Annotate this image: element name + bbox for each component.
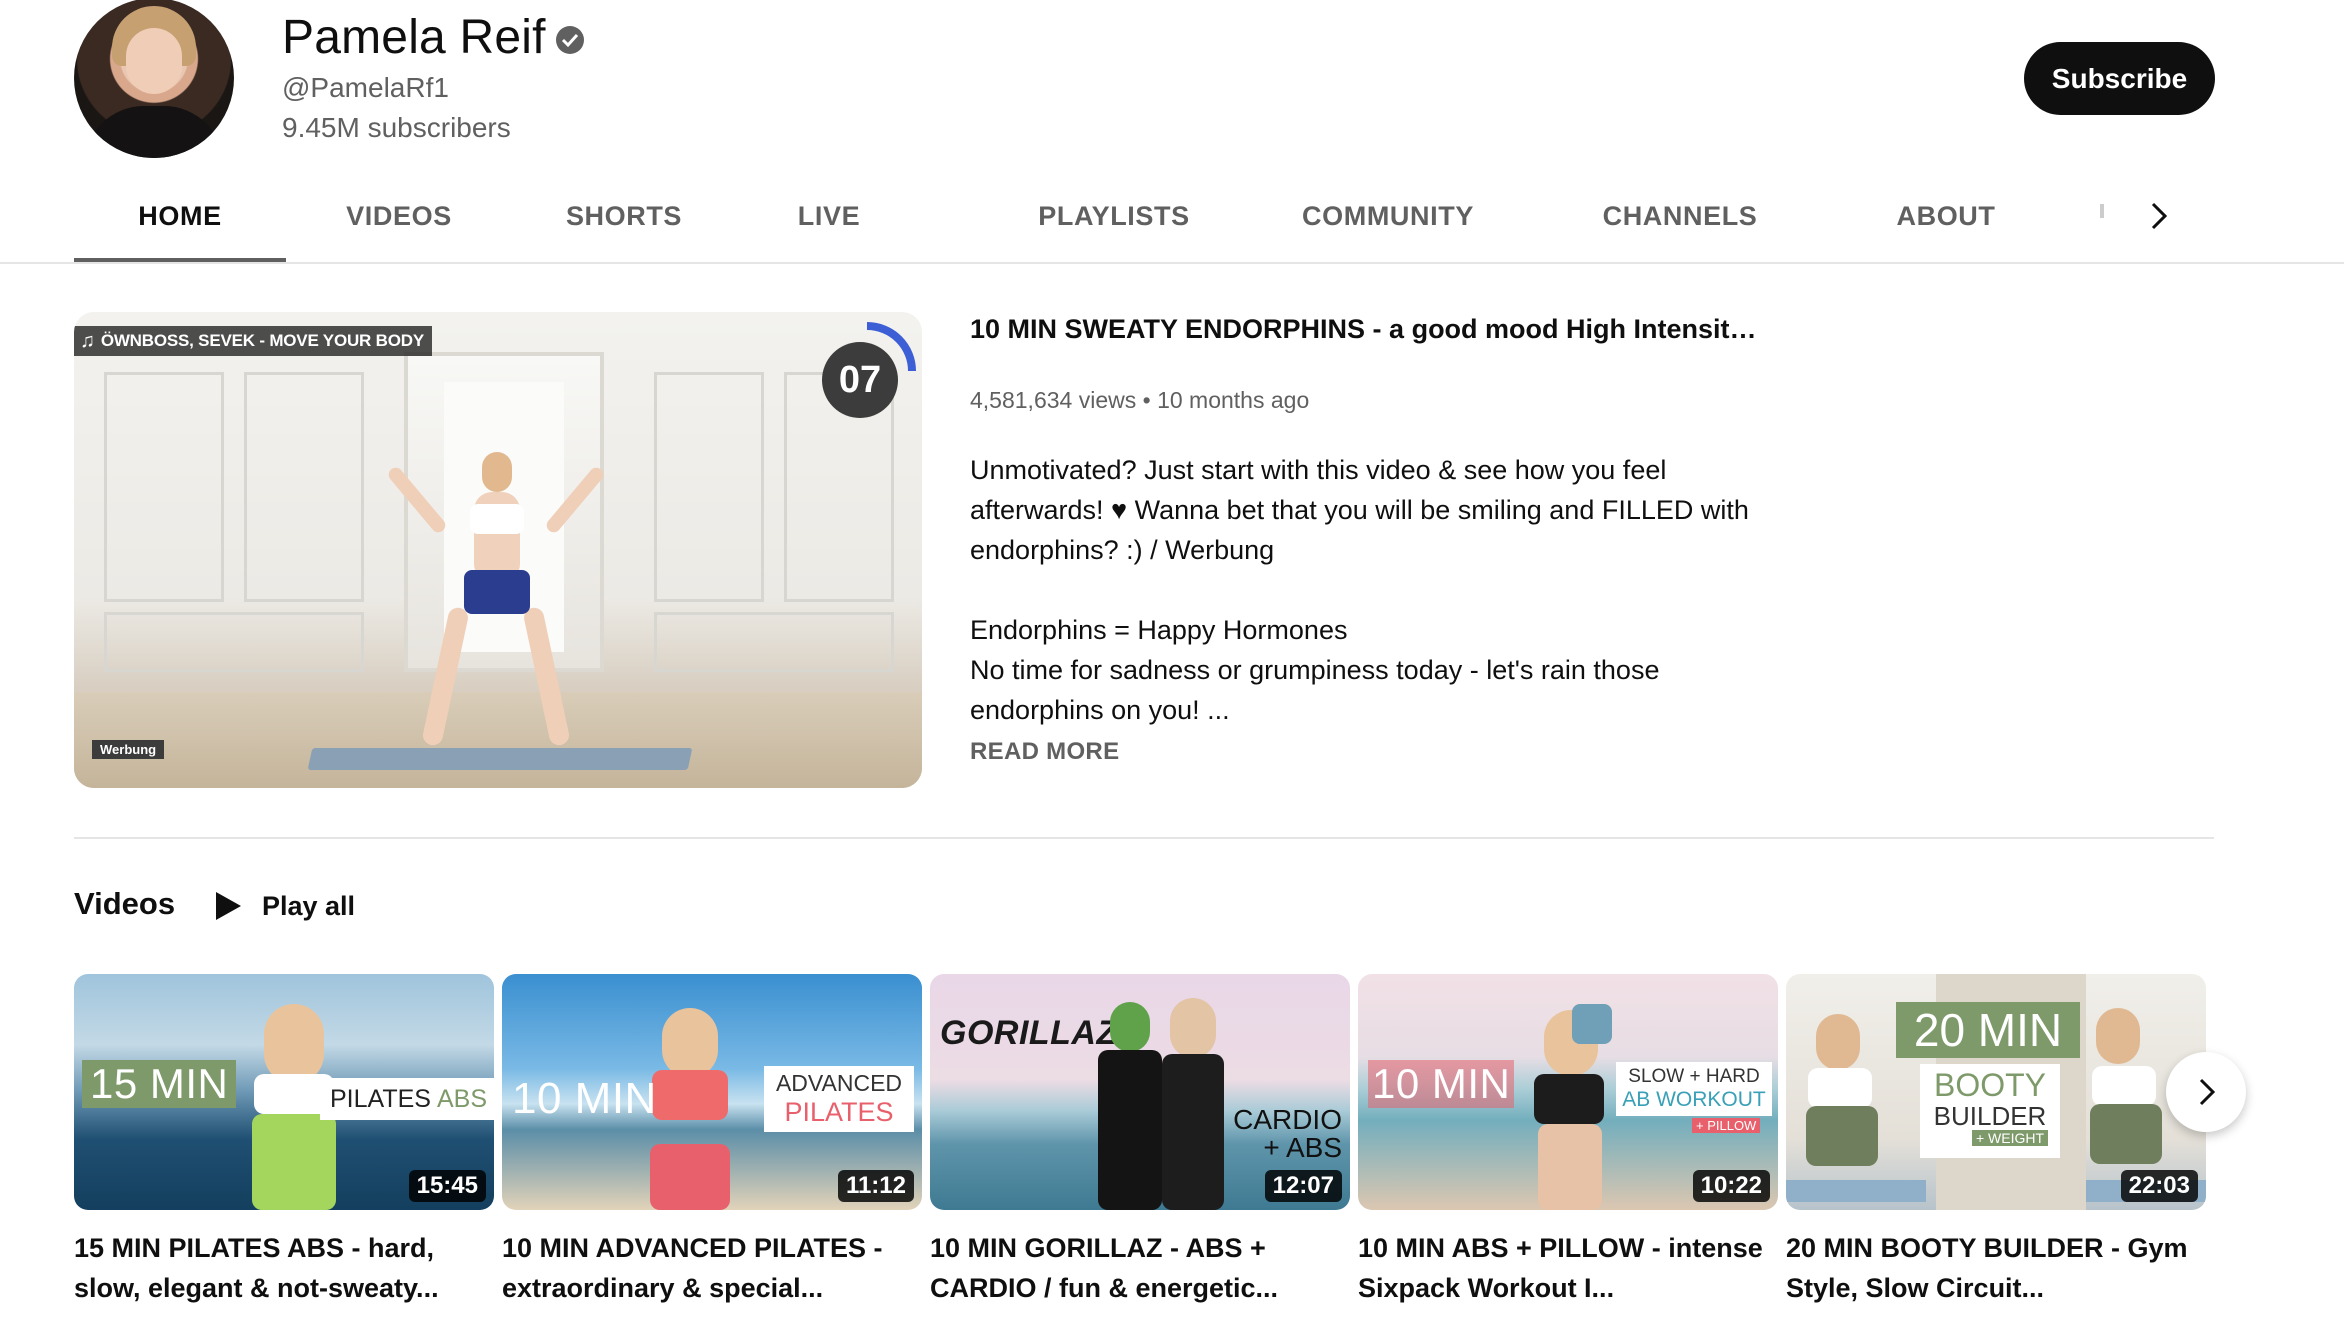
video-duration: 11:12 xyxy=(837,1170,914,1202)
thumb-label: + ABS xyxy=(1263,1132,1342,1163)
thumb-label: BUILDER xyxy=(1933,1101,2047,1131)
thumb-label: PILATES xyxy=(330,1084,431,1113)
video-thumbnail[interactable]: 15 MIN PILATES ABS 15:45 xyxy=(74,974,494,1210)
description-paragraph: Unmotivated? Just start with this video … xyxy=(970,455,1749,565)
featured-video-thumbnail[interactable]: ♫ ÖWNBOSS, SEVEK - MOVE YOUR BODY 07 Wer… xyxy=(74,312,922,788)
upload-age: 10 months ago xyxy=(1157,387,1310,413)
thumb-label: BOOTY xyxy=(1933,1067,2046,1103)
thumb-label: ABS xyxy=(436,1084,487,1113)
thumb-label: 10 MIN xyxy=(1368,1060,1515,1108)
werbung-badge: Werbung xyxy=(92,740,165,759)
video-thumbnail[interactable]: 20 MIN BOOTY BUILDER + WEIGHT 22:03 xyxy=(1786,974,2206,1210)
music-note-icon: ♫ xyxy=(80,329,95,352)
video-card[interactable]: 20 MIN BOOTY BUILDER + WEIGHT 22:03 20 M… xyxy=(1786,974,2206,1308)
view-count: 4,581,634 views xyxy=(970,387,1137,413)
channel-avatar[interactable] xyxy=(74,0,234,158)
thumb-label: 20 MIN xyxy=(1896,1002,2080,1058)
video-card[interactable]: 15 MIN PILATES ABS 15:45 15 MIN PILATES … xyxy=(74,974,494,1308)
subscribe-button[interactable]: Subscribe xyxy=(2024,42,2215,115)
channel-tabs: HOME VIDEOS SHORTS LIVE PLAYLISTS COMMUN… xyxy=(74,170,2224,263)
thumb-label: SLOW + HARD xyxy=(1628,1066,1760,1087)
tab-shorts[interactable]: SHORTS xyxy=(544,170,704,262)
video-duration: 10:22 xyxy=(1692,1170,1770,1202)
channel-header: Pamela Reif @PamelaRf1 9.45M subscribers… xyxy=(0,0,2344,170)
music-credit-badge: ♫ ÖWNBOSS, SEVEK - MOVE YOUR BODY xyxy=(74,326,432,356)
tab-search-hint xyxy=(2100,204,2104,218)
channel-name: Pamela Reif xyxy=(282,11,546,64)
timer-badge: 07 xyxy=(822,342,898,418)
thumb-label: PILATES xyxy=(784,1097,894,1127)
video-duration: 22:03 xyxy=(2120,1170,2198,1202)
read-more-link[interactable]: READ MORE xyxy=(970,738,1119,766)
section-divider xyxy=(74,837,2214,839)
shelf-title[interactable]: Videos xyxy=(74,886,175,922)
thumb-label: CARDIO xyxy=(1233,1104,1342,1135)
play-all-label: Play all xyxy=(262,890,356,921)
thumb-label: + PILLOW xyxy=(1692,1118,1761,1133)
video-duration: 15:45 xyxy=(408,1170,486,1202)
thumb-label: GORILLAZ xyxy=(940,1014,1118,1052)
description-paragraph: Endorphins = Happy Hormones xyxy=(970,615,1348,645)
channel-handle: @PamelaRf1 xyxy=(282,72,449,103)
tab-channels[interactable]: CHANNELS xyxy=(1560,170,1800,262)
thumb-label: 10 MIN xyxy=(512,1074,657,1123)
tabs-divider xyxy=(0,262,2344,264)
subscriber-count: 9.45M subscribers xyxy=(282,112,511,143)
featured-video-title[interactable]: 10 MIN SWEATY ENDORPHINS - a good mood H… xyxy=(970,314,1770,345)
video-card[interactable]: 10 MIN ADVANCED PILATES 11:12 10 MIN ADV… xyxy=(502,974,922,1308)
tab-videos[interactable]: VIDEOS xyxy=(324,170,474,262)
featured-video-meta: 4,581,634 views • 10 months ago xyxy=(970,387,1309,414)
chevron-right-icon[interactable] xyxy=(2138,196,2178,236)
meta-separator: • xyxy=(1142,387,1158,413)
thumb-label: + WEIGHT xyxy=(1971,1130,2049,1146)
verified-check-icon xyxy=(556,26,584,54)
description-paragraph: No time for sadness or grumpiness today … xyxy=(970,655,1660,725)
play-all-button[interactable]: Play all xyxy=(214,884,355,928)
tab-playlists[interactable]: PLAYLISTS xyxy=(984,170,1244,262)
video-title[interactable]: 10 MIN ABS + PILLOW - intense Sixpack Wo… xyxy=(1358,1228,1768,1308)
tab-about[interactable]: ABOUT xyxy=(1856,170,2036,262)
music-credit-text: ÖWNBOSS, SEVEK - MOVE YOUR BODY xyxy=(100,331,424,350)
thumb-label: AB WORKOUT xyxy=(1622,1088,1766,1111)
tab-home[interactable]: HOME xyxy=(74,170,286,262)
thumb-label: ADVANCED xyxy=(775,1070,903,1096)
video-title[interactable]: 20 MIN BOOTY BUILDER - Gym Style, Slow C… xyxy=(1786,1228,2196,1308)
video-title[interactable]: 10 MIN ADVANCED PILATES - extraordinary … xyxy=(502,1228,912,1308)
video-duration: 12:07 xyxy=(1264,1170,1342,1202)
thumb-label: 15 MIN xyxy=(90,1060,229,1107)
video-thumbnail[interactable]: GORILLAZ CARDIO + ABS 12:07 xyxy=(930,974,1350,1210)
featured-video-description: Unmotivated? Just start with this video … xyxy=(970,450,1750,730)
video-thumbnail[interactable]: 10 MIN SLOW + HARD AB WORKOUT + PILLOW 1… xyxy=(1358,974,1778,1210)
play-icon xyxy=(216,892,241,920)
video-card[interactable]: 10 MIN SLOW + HARD AB WORKOUT + PILLOW 1… xyxy=(1358,974,1778,1308)
video-title[interactable]: 15 MIN PILATES ABS - hard, slow, elegant… xyxy=(74,1228,484,1308)
video-card[interactable]: GORILLAZ CARDIO + ABS 12:07 10 MIN GORIL… xyxy=(930,974,1350,1308)
video-title[interactable]: 10 MIN GORILLAZ - ABS + CARDIO / fun & e… xyxy=(930,1228,1340,1308)
chevron-right-icon xyxy=(2199,1078,2216,1106)
shelf-next-button[interactable] xyxy=(2166,1052,2246,1132)
video-thumbnail[interactable]: 10 MIN ADVANCED PILATES 11:12 xyxy=(502,974,922,1210)
tab-community[interactable]: COMMUNITY xyxy=(1268,170,1508,262)
tab-live[interactable]: LIVE xyxy=(774,170,884,262)
